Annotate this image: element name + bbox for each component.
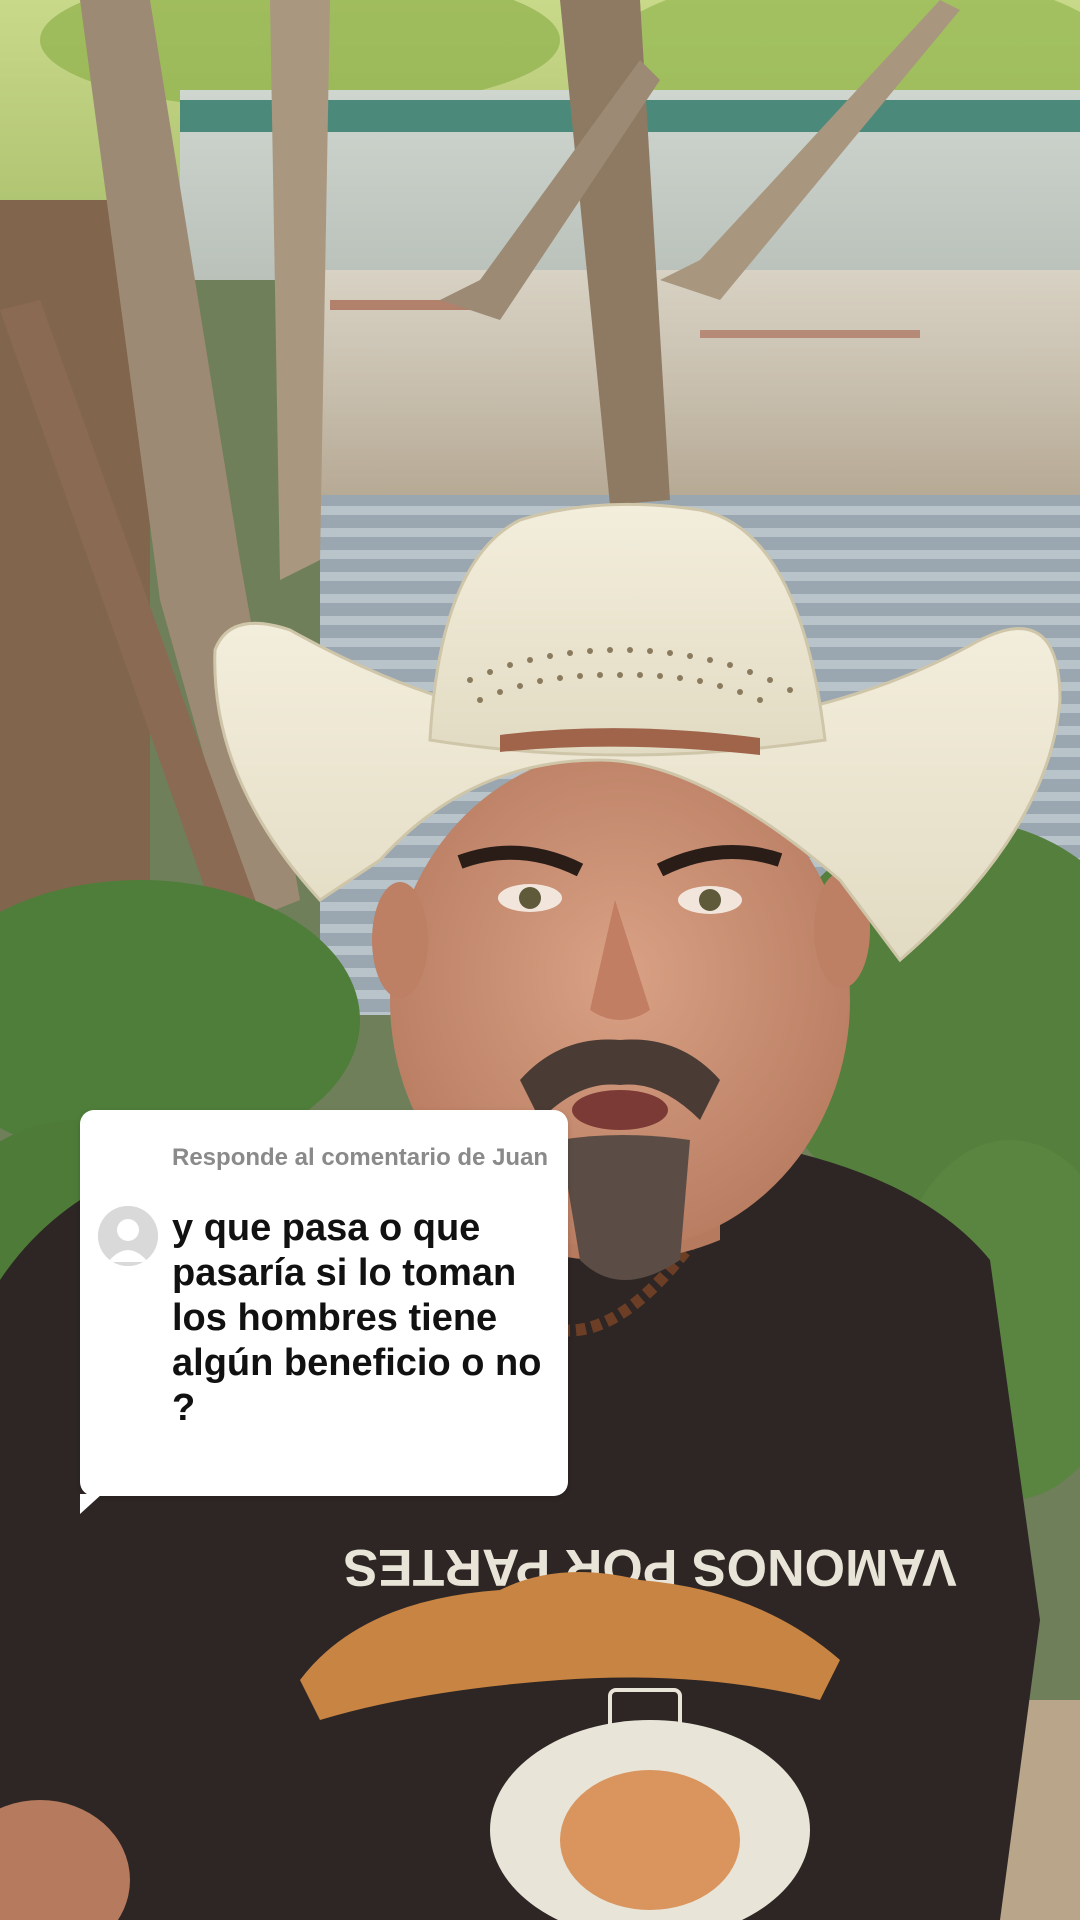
- comment-text: y que pasa o que pasaría si lo toman los…: [172, 1207, 542, 1429]
- default-user-avatar-icon: [98, 1206, 158, 1266]
- sticker-tail: [80, 1494, 102, 1514]
- reply-comment-sticker[interactable]: Responde al comentario de Juan y que pas…: [80, 1110, 568, 1514]
- video-frame[interactable]: VAMONOS POR PARTES: [0, 0, 1080, 1920]
- reply-header: Responde al comentario de Juan: [172, 1144, 549, 1171]
- background-scene: VAMONOS POR PARTES: [0, 0, 1080, 1920]
